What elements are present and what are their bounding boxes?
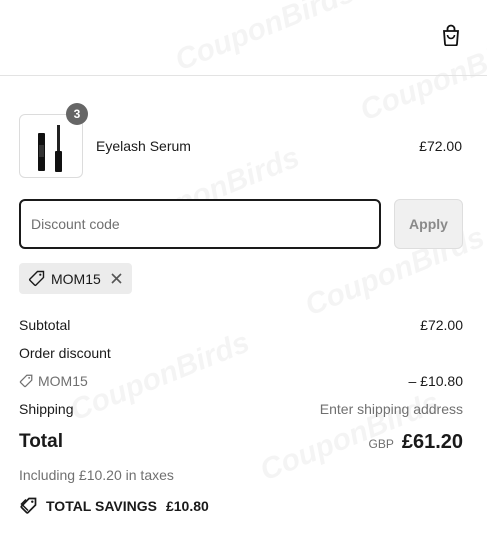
savings-value: £10.80 bbox=[165, 497, 209, 514]
remove-discount-icon[interactable] bbox=[110, 272, 124, 286]
shipping-value: Enter shipping address bbox=[319, 401, 463, 417]
discount-code-row: MOM15 – £10.80 bbox=[19, 373, 463, 391]
subtotal-row: Subtotal £72.00 bbox=[19, 317, 463, 333]
tag-icon bbox=[20, 497, 37, 514]
total-row: Total GBP £61.20 bbox=[19, 431, 463, 457]
shipping-label: Shipping bbox=[19, 401, 74, 417]
applied-discount-code: MOM15 bbox=[51, 270, 101, 287]
order-discount-row: Order discount bbox=[19, 345, 463, 361]
taxes-note: Including £10.20 in taxes bbox=[19, 467, 174, 483]
applied-discount-chip: MOM15 bbox=[19, 263, 132, 294]
discount-value: – £10.80 bbox=[408, 373, 464, 389]
currency-code: GBP bbox=[368, 437, 394, 451]
subtotal-label: Subtotal bbox=[19, 317, 71, 333]
order-discount-label: Order discount bbox=[19, 345, 111, 361]
savings-label: TOTAL SAVINGS bbox=[46, 497, 157, 514]
tag-icon bbox=[19, 374, 33, 388]
product-price: £72.00 bbox=[419, 138, 462, 154]
tag-icon bbox=[29, 270, 45, 286]
discount-code-input[interactable] bbox=[19, 199, 381, 249]
quantity-badge: 3 bbox=[66, 103, 88, 125]
total-label: Total bbox=[19, 431, 63, 452]
apply-button[interactable]: Apply bbox=[394, 199, 463, 249]
header bbox=[0, 0, 487, 76]
total-savings: TOTAL SAVINGS £10.80 bbox=[19, 496, 209, 515]
discount-code-label: MOM15 bbox=[38, 373, 88, 389]
shipping-row: Shipping Enter shipping address bbox=[19, 401, 463, 417]
product-name: Eyelash Serum bbox=[96, 138, 191, 154]
subtotal-value: £72.00 bbox=[420, 317, 463, 333]
shopping-bag-icon[interactable] bbox=[441, 24, 461, 46]
total-value: £61.20 bbox=[401, 431, 463, 453]
